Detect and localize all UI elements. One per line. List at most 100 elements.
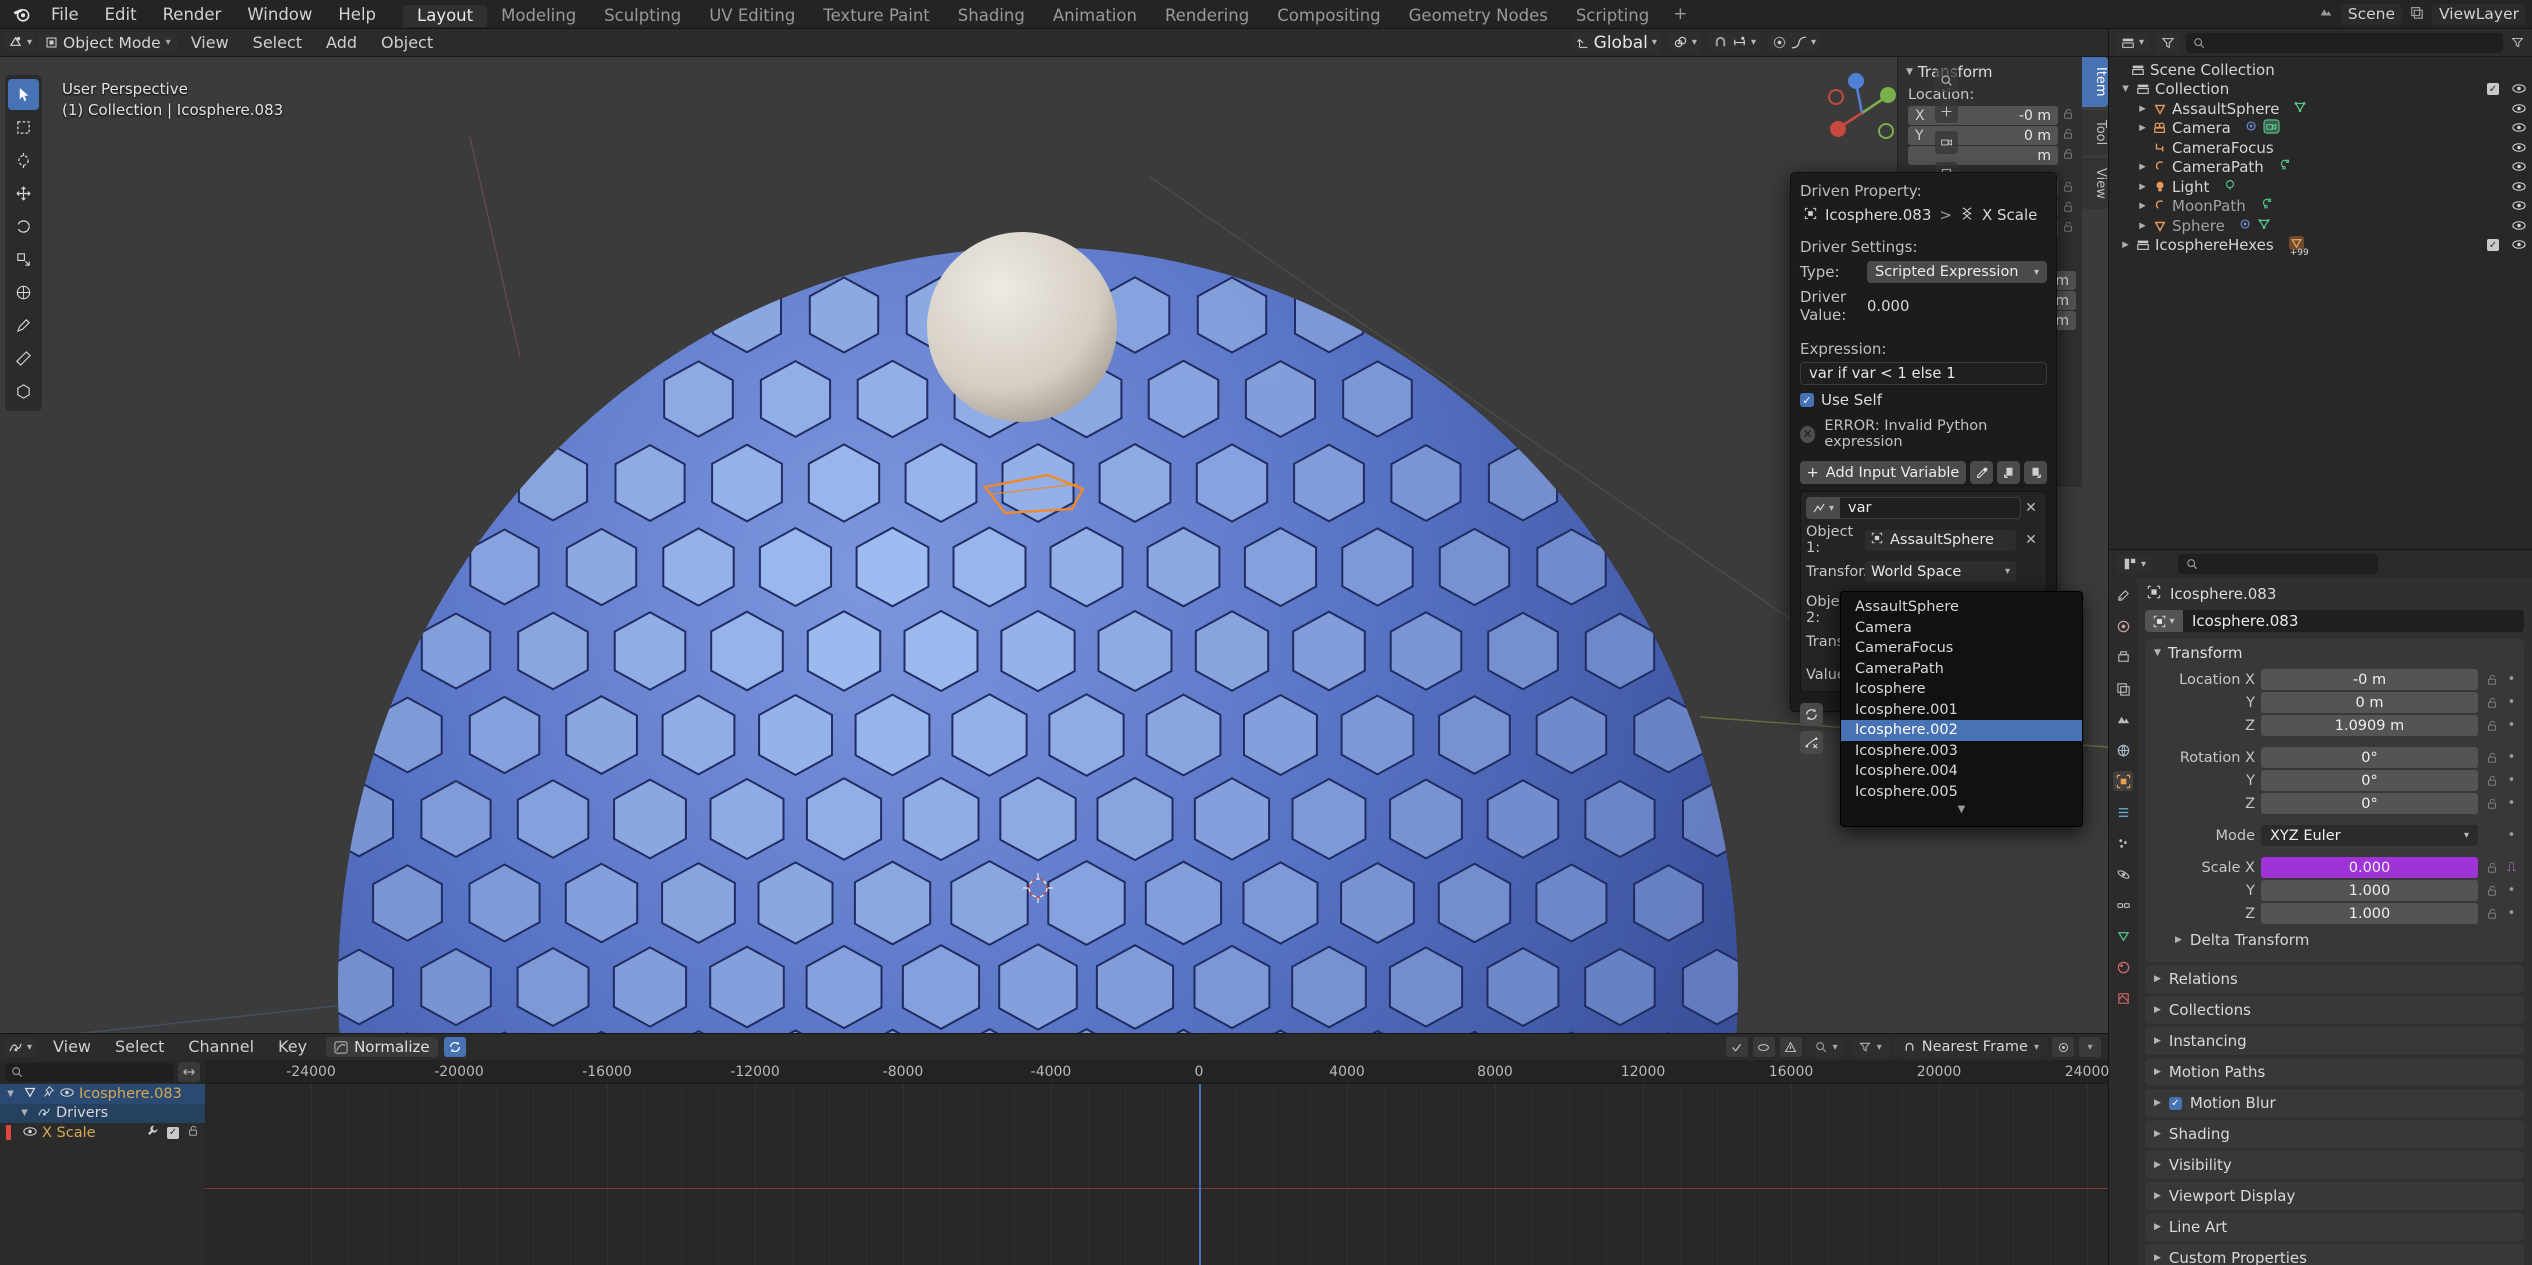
auto-normalize-refresh-icon[interactable]	[443, 1037, 466, 1057]
eyedropper-icon[interactable]	[1970, 461, 1993, 484]
disclosure-triangle-icon[interactable]: ▶	[2135, 123, 2150, 133]
eye-icon[interactable]	[23, 1125, 37, 1141]
unlock-icon[interactable]	[2484, 885, 2499, 897]
driver-type-dropdown[interactable]: Scripted Expression ▾	[1867, 261, 2047, 283]
snap-group[interactable]: ▾	[1708, 32, 1760, 53]
eye-icon[interactable]	[2512, 119, 2526, 137]
animate-property-dot[interactable]: •	[2505, 750, 2518, 765]
dropdown-item-icosphere-002[interactable]: Icosphere.002	[1841, 720, 2082, 741]
panel-motion-blur[interactable]: ▶ ✓ Motion Blur	[2145, 1089, 2524, 1117]
outliner-row-camera[interactable]: ▶ Camera	[2109, 119, 2532, 139]
unlock-icon[interactable]	[2484, 720, 2499, 732]
motion-blur-checkbox[interactable]: ✓	[2168, 1096, 2182, 1110]
tab-output[interactable]	[2113, 647, 2133, 667]
channel-row-x-scale[interactable]: X Scale ✓	[0, 1123, 205, 1143]
menu-file[interactable]: File	[38, 0, 92, 29]
panel-line-art[interactable]: ▶ Line Art	[2145, 1213, 2524, 1241]
driver-indicator-icon[interactable]: ⎍	[2505, 860, 2518, 875]
outliner-row-moonpath[interactable]: ▶ MoonPath	[2109, 197, 2532, 217]
falloff-dropdown-icon[interactable]: ▾	[2079, 1037, 2101, 1057]
unlock-icon[interactable]	[2062, 148, 2076, 164]
animate-property-dot[interactable]: •	[2505, 828, 2518, 843]
dropdown-item-icosphere-001[interactable]: Icosphere.001	[1841, 700, 2082, 721]
tab-texture[interactable]	[2113, 988, 2133, 1008]
n-panel-loc-y-row[interactable]: Y 0 m	[1898, 126, 2082, 146]
animate-property-dot[interactable]: •	[2505, 906, 2518, 921]
outliner-row-assaultsphere[interactable]: ▶ AssaultSphere	[2109, 99, 2532, 119]
blender-logo-icon[interactable]	[4, 5, 38, 24]
unlock-icon[interactable]	[2484, 775, 2499, 787]
eye-icon[interactable]	[2512, 197, 2526, 215]
tool-annotate[interactable]	[8, 310, 39, 341]
dropdown-item-camerapath[interactable]: CameraPath	[1841, 659, 2082, 680]
workspace-tab-geometry-nodes[interactable]: Geometry Nodes	[1395, 5, 1562, 27]
unlock-icon[interactable]	[2484, 798, 2499, 810]
transform-panel-header[interactable]: ▼ Transform	[2145, 639, 2524, 667]
snapping-dropdown[interactable]: Nearest Frame ▾	[1894, 1037, 2047, 1057]
tool-tweak[interactable]	[8, 79, 39, 110]
add-workspace-button[interactable]: +	[1663, 4, 1697, 24]
tool-add-cube[interactable]	[8, 376, 39, 407]
viewport-menu-select[interactable]: Select	[242, 29, 313, 57]
channel-search-input[interactable]	[5, 1062, 174, 1082]
driver-curve-area[interactable]	[205, 1084, 2108, 1265]
workspace-tab-scripting[interactable]: Scripting	[1562, 5, 1663, 27]
disclosure-triangle-icon[interactable]: ▶	[2135, 221, 2150, 231]
update-dependencies-button[interactable]	[1800, 703, 1823, 726]
workspace-tab-animation[interactable]: Animation	[1039, 5, 1151, 27]
timeline-ruler[interactable]: -24000 -20000 -16000 -12000 -8000 -4000 …	[205, 1060, 2109, 1084]
filter-search-field[interactable]: ▾	[1806, 1037, 1846, 1057]
tab-physics[interactable]	[2113, 864, 2133, 884]
unlock-icon[interactable]	[2484, 674, 2499, 686]
animate-property-dot[interactable]: •	[2505, 883, 2518, 898]
remove-driver-button[interactable]	[1800, 731, 1823, 754]
drivers-editor-type-selector[interactable]: ▾	[4, 1036, 37, 1058]
n-tab-item[interactable]: Item	[2082, 57, 2108, 107]
tab-view-layer[interactable]	[2113, 678, 2133, 698]
tab-object[interactable]	[2113, 771, 2133, 791]
outliner-row-icospherehexes[interactable]: ▶ IcosphereHexes +99 ✓	[2109, 236, 2532, 258]
proportional-edit-group[interactable]: ▾	[1767, 32, 1820, 53]
viewport-menu-add[interactable]: Add	[315, 29, 368, 57]
viewlayer-selector[interactable]: ViewLayer	[2432, 3, 2526, 25]
eye-icon[interactable]	[2512, 217, 2526, 235]
outliner-search-input[interactable]	[2186, 32, 2503, 53]
mesh-data-icon[interactable]	[2257, 217, 2271, 235]
unlock-icon[interactable]	[2484, 697, 2499, 709]
tab-world[interactable]	[2113, 740, 2133, 760]
n-panel-transform-header[interactable]: ▼ Transform	[1898, 57, 2082, 84]
tab-scene[interactable]	[2113, 709, 2133, 729]
transform-orientation-selector[interactable]: Global ▾	[1571, 32, 1661, 53]
viewport-menu-view[interactable]: View	[180, 29, 240, 57]
normalize-toggle[interactable]: Normalize	[326, 1037, 438, 1057]
unlock-icon[interactable]	[2484, 908, 2499, 920]
object-search-dropdown[interactable]: AssaultSphere Camera CameraFocus CameraP…	[1840, 591, 2083, 827]
rotation-mode-dropdown[interactable]: XYZ Euler ▾	[2261, 825, 2478, 846]
transform1-dropdown[interactable]: World Space ▾	[1865, 561, 2016, 582]
tab-data[interactable]	[2113, 926, 2133, 946]
mute-checkbox[interactable]: ✓	[167, 1126, 179, 1139]
location-y-field[interactable]: 0 m	[2261, 692, 2478, 713]
workspace-tab-texture-paint[interactable]: Texture Paint	[809, 5, 943, 27]
variable-name-input[interactable]: var	[1840, 497, 2021, 519]
tab-modifiers[interactable]	[2113, 802, 2133, 822]
workspace-tab-uv-editing[interactable]: UV Editing	[695, 5, 809, 27]
disclosure-triangle-icon[interactable]: ▼	[2118, 84, 2133, 94]
exclude-checkbox[interactable]: ✓	[2487, 239, 2499, 252]
outliner-row-camerapath[interactable]: ▶ CameraPath	[2109, 158, 2532, 178]
tool-transform[interactable]	[8, 277, 39, 308]
copy-driver-icon[interactable]	[1997, 461, 2020, 484]
channel-row-object[interactable]: ▼ Icosphere.083	[0, 1084, 205, 1104]
dropdown-item-camera[interactable]: Camera	[1841, 618, 2082, 639]
dropdown-item-camerafocus[interactable]: CameraFocus	[1841, 638, 2082, 659]
unlock-icon[interactable]	[2484, 862, 2499, 874]
properties-editor-type[interactable]: ▾	[2117, 554, 2153, 574]
only-selected-channels-icon[interactable]	[1725, 1037, 1748, 1057]
object1-field[interactable]: AssaultSphere	[1865, 529, 2016, 551]
curve-data-icon[interactable]	[2260, 197, 2274, 215]
disclosure-triangle-icon[interactable]: ▶	[2118, 240, 2133, 250]
zoom-icon[interactable]	[1935, 69, 1958, 92]
unlock-icon[interactable]	[2062, 108, 2076, 124]
add-input-variable-button[interactable]: + Add Input Variable	[1800, 461, 1966, 484]
outliner-row-camerafocus[interactable]: CameraFocus	[2109, 138, 2532, 158]
